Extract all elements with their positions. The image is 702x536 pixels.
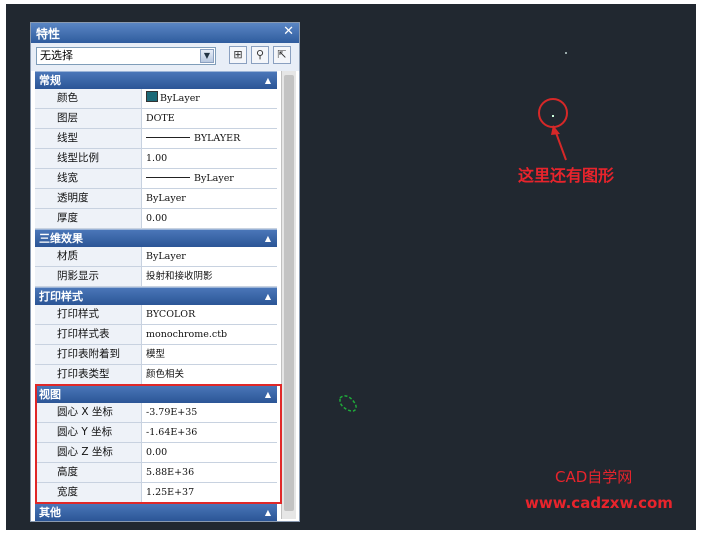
property-value-text: ByLayer	[194, 173, 234, 184]
property-value-text: 颜色相关	[146, 369, 185, 380]
collapse-icon[interactable]: ▲	[265, 504, 271, 521]
palette-titlebar[interactable]: 特性 ✕	[31, 23, 299, 43]
scrollbar[interactable]	[281, 71, 296, 519]
property-value[interactable]: ByLayer	[142, 89, 277, 108]
section-header[interactable]: 其他 ▲	[35, 503, 277, 521]
property-label: 颜色	[35, 89, 142, 108]
section-title: 其他	[39, 506, 61, 519]
property-row[interactable]: 打印样式 BYCOLOR	[35, 305, 277, 325]
selection-value: 无选择	[40, 49, 73, 62]
property-value-text: 0.00	[146, 213, 168, 224]
property-row[interactable]: 线型 BYLAYER	[35, 129, 277, 149]
property-value[interactable]: 1.00	[142, 149, 277, 168]
property-label: 打印表附着到	[35, 345, 142, 364]
property-value[interactable]: ByLayer	[142, 247, 277, 266]
property-value-text: BYLAYER	[194, 133, 241, 144]
property-label: 打印表类型	[35, 365, 142, 384]
section-header[interactable]: 三维效果 ▲	[35, 229, 277, 247]
property-value-text: monochrome.ctb	[146, 329, 228, 340]
property-row[interactable]: 材质 ByLayer	[35, 247, 277, 267]
section-header[interactable]: 打印样式 ▲	[35, 287, 277, 305]
annotation-text: 这里还有图形	[518, 166, 615, 185]
green-shape-icon	[339, 395, 357, 412]
property-row[interactable]: 图层 DOTE	[35, 109, 277, 129]
property-row[interactable]: 线型比例 1.00	[35, 149, 277, 169]
property-label: 打印样式	[35, 305, 142, 324]
collapse-icon[interactable]: ▲	[265, 288, 271, 305]
chevron-down-icon[interactable]: ▼	[200, 49, 214, 63]
property-row[interactable]: 阴影显示 投射和接收阴影	[35, 267, 277, 287]
property-row[interactable]: 线宽 ByLayer	[35, 169, 277, 189]
property-row[interactable]: 颜色 ByLayer	[35, 89, 277, 109]
property-row[interactable]: 厚度 0.00	[35, 209, 277, 229]
annotation-arrow-icon	[551, 125, 567, 161]
section-header[interactable]: 常规 ▲	[35, 71, 277, 89]
section-title: 打印样式	[39, 290, 83, 303]
selection-toolbar: 无选择 ▼ ⊞ ⚲ ⇱	[31, 43, 299, 71]
line-sample-icon	[146, 137, 190, 138]
property-value-text: 1.00	[146, 153, 168, 164]
property-value-text: DOTE	[146, 113, 175, 124]
property-value[interactable]: BYLAYER	[142, 129, 277, 148]
property-value[interactable]: 颜色相关	[142, 365, 277, 384]
line-sample-icon	[146, 177, 190, 178]
property-label: 打印样式表	[35, 325, 142, 344]
toggle-pickadd-icon[interactable]: ⊞	[229, 46, 247, 64]
property-value[interactable]: 模型	[142, 345, 277, 364]
property-value[interactable]: 投射和接收阴影	[142, 267, 277, 286]
property-label: 材质	[35, 247, 142, 266]
property-row[interactable]: 打印表附着到 模型	[35, 345, 277, 365]
property-value-text: ByLayer	[146, 251, 186, 262]
property-label: 厚度	[35, 209, 142, 228]
property-label: 阴影显示	[35, 267, 142, 286]
view-section-highlight	[35, 384, 282, 504]
property-value[interactable]: ByLayer	[142, 189, 277, 208]
property-value-text: 模型	[146, 349, 166, 360]
scrollbar-thumb[interactable]	[284, 75, 294, 511]
property-value[interactable]: monochrome.ctb	[142, 325, 277, 344]
property-row[interactable]: 打印样式表 monochrome.ctb	[35, 325, 277, 345]
property-value-text: 投射和接收阴影	[146, 271, 213, 282]
property-label: 透明度	[35, 189, 142, 208]
property-label: 图层	[35, 109, 142, 128]
property-label: 线型比例	[35, 149, 142, 168]
property-value-text: ByLayer	[160, 93, 200, 104]
property-value[interactable]: ByLayer	[142, 169, 277, 188]
property-label: 线宽	[35, 169, 142, 188]
property-row[interactable]: 透明度 ByLayer	[35, 189, 277, 209]
palette-title: 特性	[36, 27, 61, 41]
collapse-icon[interactable]: ▲	[265, 72, 271, 89]
brand-label: CAD自学网	[555, 468, 633, 486]
collapse-icon[interactable]: ▲	[265, 230, 271, 247]
property-value[interactable]: 0.00	[142, 209, 277, 228]
property-value-text: ByLayer	[146, 193, 186, 204]
property-value[interactable]: DOTE	[142, 109, 277, 128]
property-value-text: BYCOLOR	[146, 309, 196, 320]
color-swatch-icon	[146, 91, 158, 102]
property-value[interactable]: BYCOLOR	[142, 305, 277, 324]
quick-select-icon[interactable]: ⇱	[273, 46, 291, 64]
close-icon[interactable]: ✕	[283, 24, 294, 39]
selection-dropdown[interactable]: 无选择 ▼	[36, 47, 216, 65]
property-row[interactable]: 打印表类型 颜色相关	[35, 365, 277, 385]
canvas-point	[565, 52, 567, 54]
select-objects-icon[interactable]: ⚲	[251, 46, 269, 64]
section-title: 三维效果	[39, 232, 83, 245]
brand-url: www.cadzxw.com	[525, 494, 673, 512]
section-title: 常规	[39, 74, 61, 87]
property-label: 线型	[35, 129, 142, 148]
